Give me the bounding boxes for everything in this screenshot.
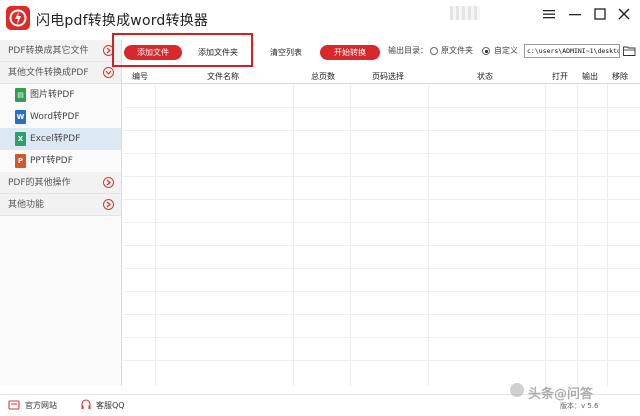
grid-line [123,153,640,154]
sidebar-section-label: PDF的其他操作 [8,178,71,188]
sidebar-item-ppt-to-pdf[interactable]: P PPT转PDF [0,150,121,172]
clear-list-button[interactable]: 清空列表 [264,45,308,60]
column-header-filename: 文件名称 [207,72,239,81]
grid-line [123,337,640,338]
official-website-link[interactable]: 官方网站 [25,400,57,411]
watermark-text: 头条@问答 [528,387,594,402]
customer-service-qq-link[interactable]: 客服QQ [96,400,125,411]
column-header-status: 状态 [477,72,493,81]
sidebar-section-other-to-pdf[interactable]: 其他文件转换成PDF [0,62,121,84]
grid-line [123,176,640,177]
sidebar-item-word-to-pdf[interactable]: W Word转PDF [0,106,121,128]
radio-original-folder[interactable] [430,47,438,55]
column-header-index: 编号 [132,72,148,81]
grid-line [123,130,640,131]
version-text: 版本：v 5.6 [560,402,599,410]
option-original-label: 原文件夹 [441,46,473,55]
sidebar-item-label: 图片转PDF [30,90,75,100]
output-dir-label: 输出目录： [388,46,428,55]
close-button[interactable] [614,6,634,22]
folder-icon[interactable] [623,45,636,56]
column-header-open: 打开 [552,72,568,81]
option-custom-label: 自定义 [494,46,518,55]
add-folder-button[interactable]: 添加文件夹 [190,45,246,60]
grid-line [123,222,640,223]
app-logo-icon [6,6,30,30]
start-convert-button[interactable]: 开始转换 [320,45,380,60]
sidebar-section-label: 其他文件转换成PDF [8,68,89,78]
output-path-input[interactable]: c:\users\ADMINI~1\desktop [524,44,620,58]
radio-custom-folder[interactable] [482,47,490,55]
grid-line [123,314,640,315]
sidebar-section-other-functions[interactable]: 其他功能 [0,194,121,216]
add-file-button[interactable]: 添加文件 [124,45,182,60]
excel-file-icon: X [15,132,26,146]
user-avatar-blurred [450,6,480,20]
app-title: 闪电pdf转换成word转换器 [36,13,209,29]
grid-line [123,199,640,200]
sidebar: PDF转换成其它文件 其他文件转换成PDF ▤ 图片转PDF W Word转PD… [0,40,122,386]
column-header-page-select: 页码选择 [372,72,404,81]
word-file-icon: W [15,110,26,124]
grid-line [123,268,640,269]
file-table-header: 编号 文件名称 总页数 页码选择 状态 打开 输出 移除 [123,69,640,84]
column-header-remove: 移除 [612,72,628,81]
grid-line [123,107,640,108]
grid-line [123,291,640,292]
watermark-logo-icon [510,383,524,397]
title-bar: 闪电pdf转换成word转换器 [0,0,640,36]
grid-line [123,360,640,361]
maximize-button[interactable] [590,6,610,22]
ppt-file-icon: P [15,154,26,168]
sidebar-section-pdf-other-ops[interactable]: PDF的其他操作 [0,172,121,194]
home-icon [8,399,20,411]
column-header-pages: 总页数 [311,72,335,81]
sidebar-item-label: Word转PDF [30,112,80,122]
chevron-right-icon [103,199,114,210]
sidebar-section-label: PDF转换成其它文件 [8,46,89,56]
column-header-output: 输出 [582,72,598,81]
headset-icon [80,399,92,411]
sidebar-section-pdf-to-other[interactable]: PDF转换成其它文件 [0,40,121,62]
sidebar-item-label: PPT转PDF [30,156,73,166]
image-file-icon: ▤ [15,88,26,102]
minimize-button[interactable] [565,6,585,22]
chevron-down-icon [103,67,114,78]
sidebar-item-label: Excel转PDF [30,134,81,144]
sidebar-item-excel-to-pdf[interactable]: X Excel转PDF [0,128,121,150]
sidebar-item-image-to-pdf[interactable]: ▤ 图片转PDF [0,84,121,106]
sidebar-section-label: 其他功能 [8,200,45,210]
chevron-right-icon [103,177,114,188]
menu-button[interactable] [539,6,559,22]
grid-line [123,245,640,246]
